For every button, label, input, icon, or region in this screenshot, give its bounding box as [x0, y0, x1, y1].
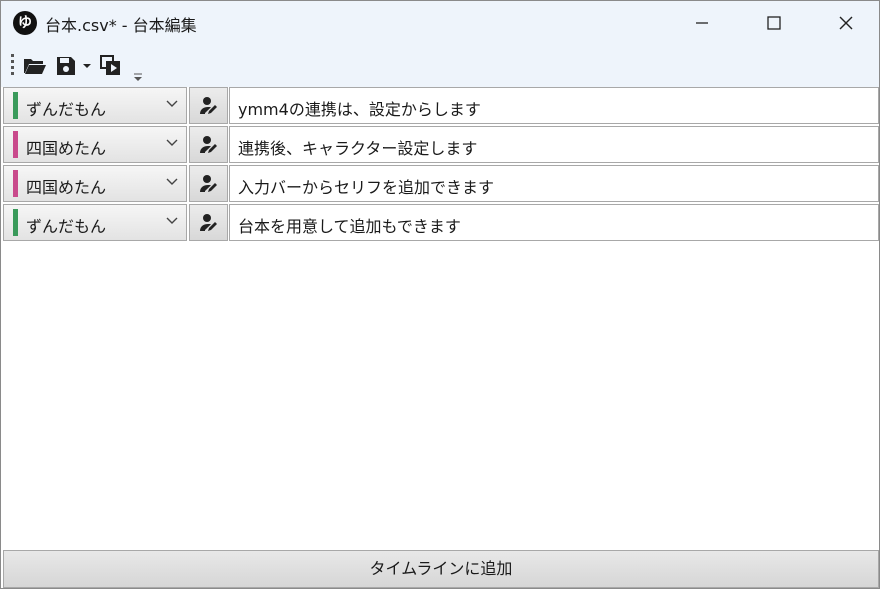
- window-title: 台本.csv* - 台本編集: [45, 16, 197, 35]
- script-line-row: 四国めたん 入力バーからセリフを追加できます: [1, 165, 881, 204]
- line-text-input[interactable]: 連携後、キャラクター設定します: [229, 126, 879, 163]
- speaker-select[interactable]: 四国めたん: [3, 126, 187, 163]
- user-edit-icon: [199, 96, 217, 114]
- chevron-down-icon: [166, 139, 178, 146]
- user-edit-icon: [199, 213, 217, 231]
- save-button[interactable]: [55, 54, 77, 78]
- copy-play-icon: [100, 55, 120, 75]
- speaker-select[interactable]: ずんだもん: [3, 87, 187, 124]
- close-button[interactable]: [811, 1, 881, 45]
- user-edit-icon: [199, 174, 217, 192]
- minimize-button[interactable]: [667, 1, 737, 45]
- script-line-row: ずんだもん ymm4の連携は、設定からします: [1, 87, 881, 126]
- title-bar: ゆ 台本.csv* - 台本編集: [1, 1, 879, 45]
- overflow-icon: [134, 73, 142, 81]
- line-text-input[interactable]: 入力バーからセリフを追加できます: [229, 165, 879, 202]
- speaker-name: ずんだもん: [26, 100, 107, 119]
- edit-speaker-button[interactable]: [189, 204, 228, 241]
- dropdown-arrow-icon: [83, 64, 91, 68]
- speaker-select[interactable]: 四国めたん: [3, 165, 187, 202]
- speaker-select[interactable]: ずんだもん: [3, 204, 187, 241]
- toolbar-overflow-button[interactable]: [133, 65, 143, 89]
- speaker-color-bar: [13, 170, 18, 197]
- chevron-down-icon: [166, 178, 178, 185]
- speaker-color-bar: [13, 131, 18, 158]
- script-line-row: ずんだもん 台本を用意して追加もできます: [1, 204, 881, 243]
- copy-play-button[interactable]: [99, 54, 123, 78]
- line-text-input[interactable]: ymm4の連携は、設定からします: [229, 87, 879, 124]
- add-to-timeline-button[interactable]: タイムラインに追加: [3, 550, 879, 588]
- speaker-name: 四国めたん: [26, 178, 107, 197]
- script-line-row: 四国めたん 連携後、キャラクター設定します: [1, 126, 881, 165]
- save-icon: [57, 57, 75, 75]
- chevron-down-icon: [166, 100, 178, 107]
- speaker-name: ずんだもん: [26, 217, 107, 236]
- close-icon: [839, 16, 853, 30]
- toolbar-grip[interactable]: [11, 54, 15, 76]
- user-edit-icon: [199, 135, 217, 153]
- script-editor-window: ゆ 台本.csv* - 台本編集 ずんだもん ymm4の連携は、設定からします …: [0, 0, 880, 589]
- folder-open-icon: [24, 59, 46, 74]
- edit-speaker-button[interactable]: [189, 87, 228, 124]
- speaker-color-bar: [13, 209, 18, 236]
- open-button[interactable]: [23, 54, 47, 78]
- toolbar: [1, 45, 879, 87]
- save-dropdown-button[interactable]: [82, 54, 92, 78]
- edit-speaker-button[interactable]: [189, 165, 228, 202]
- app-icon: ゆ: [13, 11, 37, 35]
- maximize-button[interactable]: [739, 1, 809, 45]
- line-text-input[interactable]: 台本を用意して追加もできます: [229, 204, 879, 241]
- speaker-color-bar: [13, 92, 18, 119]
- chevron-down-icon: [166, 217, 178, 224]
- speaker-name: 四国めたん: [26, 139, 107, 158]
- minimize-icon: [696, 22, 708, 24]
- edit-speaker-button[interactable]: [189, 126, 228, 163]
- maximize-icon: [767, 16, 781, 30]
